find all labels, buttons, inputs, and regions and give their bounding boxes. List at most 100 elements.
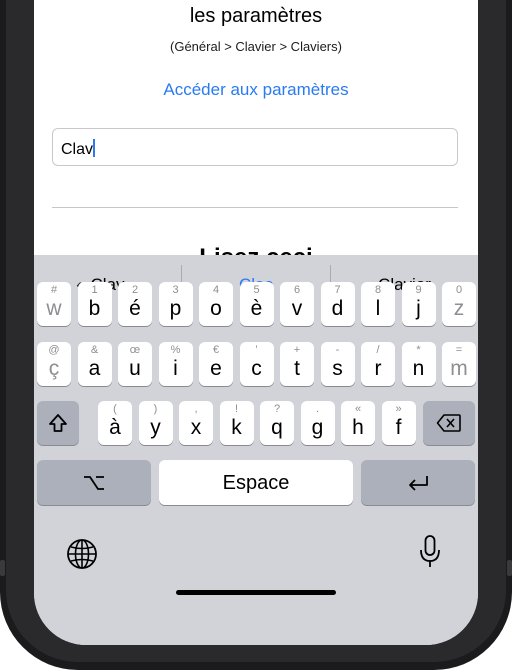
key-m[interactable]: = m bbox=[442, 342, 476, 386]
key-label: o bbox=[210, 297, 222, 320]
key-j[interactable]: 9j bbox=[401, 282, 436, 326]
key-ç[interactable]: @ ç bbox=[37, 342, 71, 386]
key-alt-label: . bbox=[315, 403, 320, 415]
key-label: n bbox=[412, 357, 425, 380]
key-s[interactable]: -s bbox=[320, 342, 355, 386]
delete-key[interactable] bbox=[423, 401, 475, 445]
key-b[interactable]: 1b bbox=[77, 282, 112, 326]
key-alt-label: 5 bbox=[253, 284, 260, 296]
section-divider bbox=[52, 207, 458, 208]
keyboard-test-input[interactable]: Clav bbox=[52, 128, 458, 166]
key-label: i bbox=[173, 357, 178, 380]
key-z[interactable]: 0z bbox=[442, 282, 476, 326]
key-label: l bbox=[375, 297, 381, 320]
key-alt-label: ) bbox=[153, 403, 158, 415]
key-label: e bbox=[210, 357, 222, 380]
key-alt-label: 2 bbox=[131, 284, 139, 296]
text-caret bbox=[93, 139, 96, 157]
key-label: f bbox=[395, 416, 402, 439]
key-alt-label: 7 bbox=[334, 284, 341, 296]
key-label: d bbox=[331, 297, 344, 320]
key-n[interactable]: * n bbox=[401, 342, 436, 386]
key-alt-label: 0 bbox=[455, 284, 463, 296]
delete-icon bbox=[423, 401, 475, 445]
key-alt-label: * bbox=[416, 344, 421, 356]
key-label: p bbox=[169, 297, 182, 320]
keyboard: « Clav »ClacClavier #w1b2é3p4o5è6v7d8l9j… bbox=[34, 255, 478, 645]
key-g[interactable]: .g bbox=[300, 401, 335, 445]
key-alt-label: 1 bbox=[91, 284, 98, 296]
key-alt-label: 9 bbox=[415, 284, 422, 296]
key-alt-label: ? bbox=[273, 403, 281, 415]
key-label: m bbox=[450, 357, 468, 380]
key-è[interactable]: 5è bbox=[239, 282, 274, 326]
option-key[interactable] bbox=[37, 460, 151, 505]
key-q[interactable]: ? q bbox=[260, 401, 294, 445]
key-o[interactable]: 4o bbox=[199, 282, 233, 326]
key-alt-label: - bbox=[335, 344, 340, 356]
key-t[interactable]: + t bbox=[280, 342, 314, 386]
key-a[interactable]: & a bbox=[77, 342, 112, 386]
key-label: g bbox=[311, 416, 324, 439]
key-f[interactable]: » f bbox=[381, 401, 416, 445]
key-label: é bbox=[129, 297, 141, 320]
key-à[interactable]: (à bbox=[98, 401, 132, 445]
space-key[interactable]: Espace bbox=[159, 460, 353, 505]
option-icon bbox=[37, 460, 151, 505]
key-alt-label: , bbox=[194, 403, 198, 415]
return-icon bbox=[361, 460, 475, 505]
key-label: s bbox=[332, 357, 343, 380]
open-settings-link[interactable]: Accéder aux paramètres bbox=[34, 80, 478, 100]
mic-icon[interactable] bbox=[418, 534, 442, 570]
key-label: y bbox=[150, 416, 161, 439]
key-w[interactable]: # w bbox=[37, 282, 71, 326]
key-é[interactable]: 2é bbox=[118, 282, 152, 326]
key-h[interactable]: «h bbox=[341, 401, 375, 445]
key-u[interactable]: œu bbox=[118, 342, 152, 386]
key-alt-label: 3 bbox=[172, 284, 179, 296]
instruction-path: (Général > Clavier > Claviers) bbox=[170, 39, 342, 54]
key-r[interactable]: / r bbox=[361, 342, 395, 386]
key-alt-label: € bbox=[212, 344, 220, 356]
key-label: è bbox=[250, 297, 263, 320]
shift-key[interactable] bbox=[37, 401, 79, 445]
key-label: b bbox=[88, 297, 101, 320]
space-key-label: Espace bbox=[222, 472, 290, 494]
device-side-button-right bbox=[507, 560, 512, 576]
input-value: Clav bbox=[61, 141, 94, 158]
key-alt-label: ’ bbox=[255, 344, 258, 356]
key-alt-label: + bbox=[293, 344, 301, 356]
globe-icon[interactable] bbox=[66, 538, 98, 570]
key-label: h bbox=[352, 416, 364, 439]
key-c[interactable]: ’ c bbox=[239, 342, 274, 386]
key-label: x bbox=[190, 416, 202, 439]
key-alt-label: « bbox=[354, 403, 362, 415]
key-e[interactable]: € e bbox=[199, 342, 233, 386]
key-label: v bbox=[291, 297, 303, 320]
key-label: k bbox=[231, 416, 242, 439]
key-alt-label: 8 bbox=[374, 284, 382, 296]
key-label: a bbox=[88, 357, 101, 380]
key-x[interactable]: ,x bbox=[179, 401, 213, 445]
home-indicator[interactable] bbox=[176, 590, 336, 595]
key-label: ç bbox=[48, 357, 60, 380]
key-y[interactable]: ) y bbox=[138, 401, 173, 445]
key-l[interactable]: 8l bbox=[361, 282, 395, 326]
key-label: c bbox=[251, 357, 262, 380]
key-label: t bbox=[294, 357, 300, 380]
key-alt-label: ( bbox=[113, 403, 117, 415]
key-i[interactable]: % i bbox=[158, 342, 193, 386]
key-k[interactable]: ! k bbox=[219, 401, 254, 445]
device-side-button-left bbox=[0, 560, 5, 576]
key-alt-label: 4 bbox=[212, 284, 220, 296]
shift-icon bbox=[37, 401, 79, 445]
key-alt-label: # bbox=[50, 284, 58, 296]
key-d[interactable]: 7d bbox=[320, 282, 355, 326]
return-key[interactable] bbox=[361, 460, 475, 505]
key-p[interactable]: 3p bbox=[158, 282, 193, 326]
key-label: z bbox=[453, 297, 465, 320]
phone-screen: les paramètres (Général > Clavier > Clav… bbox=[34, 0, 478, 645]
key-alt-label: @ bbox=[48, 344, 60, 356]
instruction-text: les paramètres bbox=[189, 5, 323, 27]
key-v[interactable]: 6v bbox=[280, 282, 314, 326]
